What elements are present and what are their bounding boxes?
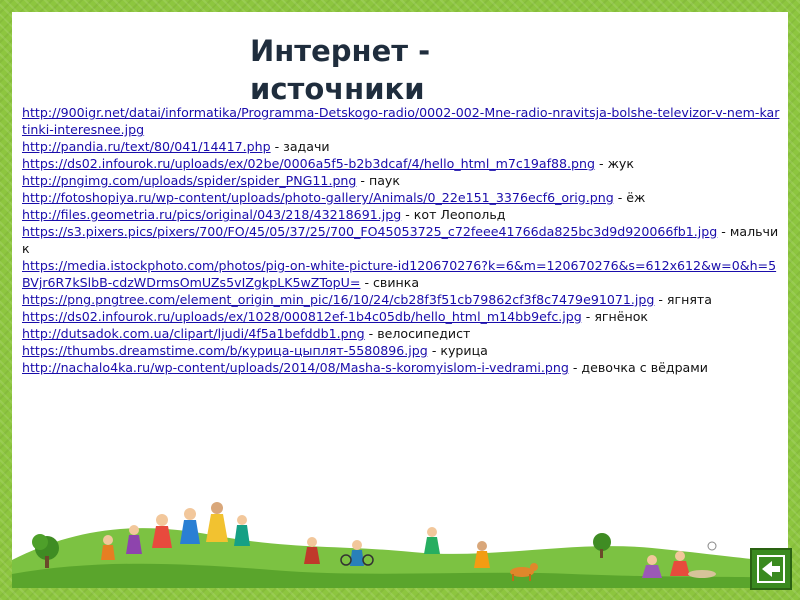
reference-description: - ягнёнок <box>581 309 649 324</box>
reference-description: - курица <box>427 343 488 358</box>
reference-description: - свинка <box>360 275 420 290</box>
page-title: Интернет - источники <box>250 32 550 108</box>
reference-link[interactable]: http://nachalo4ka.ru/wp-content/uploads/… <box>22 360 569 375</box>
reference-link[interactable]: https://png.pngtree.com/element_origin_m… <box>22 292 654 307</box>
reference-link[interactable]: http://900igr.net/datai/informatika/Prog… <box>22 105 779 137</box>
list-item: http://files.geometria.ru/pics/original/… <box>22 206 784 223</box>
reference-link[interactable]: http://files.geometria.ru/pics/original/… <box>22 207 401 222</box>
list-item: https://thumbs.dreamstime.com/b/курица-ц… <box>22 342 784 359</box>
reference-link[interactable]: https://thumbs.dreamstime.com/b/курица-ц… <box>22 343 428 358</box>
title-line-1: Интернет - <box>250 34 431 68</box>
reference-description: - ёж <box>613 190 646 205</box>
reference-link[interactable]: https://ds02.infourok.ru/uploads/ex/02be… <box>22 156 595 171</box>
reference-description: - кот Леопольд <box>401 207 506 222</box>
back-button[interactable] <box>750 548 792 590</box>
title-line-2: источники <box>250 72 425 106</box>
list-item: http://fotoshopiya.ru/wp-content/uploads… <box>22 189 784 206</box>
reference-description: - жук <box>595 156 634 171</box>
reference-link[interactable]: http://pngimg.com/uploads/spider/spider_… <box>22 173 356 188</box>
back-arrow-icon <box>757 555 785 583</box>
reference-link[interactable]: http://dutsadok.com.ua/clipart/ljudi/4f5… <box>22 326 365 341</box>
list-item: http://900igr.net/datai/informatika/Prog… <box>22 104 784 138</box>
list-item: http://nachalo4ka.ru/wp-content/uploads/… <box>22 359 784 376</box>
list-item: https://ds02.infourok.ru/uploads/ex/02be… <box>22 155 784 172</box>
list-item: https://ds02.infourok.ru/uploads/ex/1028… <box>22 308 784 325</box>
list-item: https://s3.pixers.pics/pixers/700/FO/45/… <box>22 223 784 257</box>
list-item: https://media.istockphoto.com/photos/pig… <box>22 257 784 291</box>
reference-description: - велосипедист <box>364 326 471 341</box>
reference-description: - паук <box>356 173 400 188</box>
reference-description: - задачи <box>270 139 330 154</box>
slide-content: Интернет - источники http://900igr.net/d… <box>12 12 788 588</box>
list-item: http://dutsadok.com.ua/clipart/ljudi/4f5… <box>22 325 784 342</box>
reference-description: - ягнята <box>654 292 712 307</box>
reference-description: - девочка с вёдрами <box>568 360 708 375</box>
reference-link[interactable]: https://ds02.infourok.ru/uploads/ex/1028… <box>22 309 582 324</box>
reference-link[interactable]: http://fotoshopiya.ru/wp-content/uploads… <box>22 190 614 205</box>
reference-list: http://900igr.net/datai/informatika/Prog… <box>22 104 784 376</box>
list-item: http://pngimg.com/uploads/spider/spider_… <box>22 172 784 189</box>
children-playing-illustration <box>12 502 788 588</box>
list-item: https://png.pngtree.com/element_origin_m… <box>22 291 784 308</box>
reference-link[interactable]: http://pandia.ru/text/80/041/14417.php <box>22 139 271 154</box>
list-item: http://pandia.ru/text/80/041/14417.php -… <box>22 138 784 155</box>
reference-link[interactable]: https://s3.pixers.pics/pixers/700/FO/45/… <box>22 224 717 239</box>
